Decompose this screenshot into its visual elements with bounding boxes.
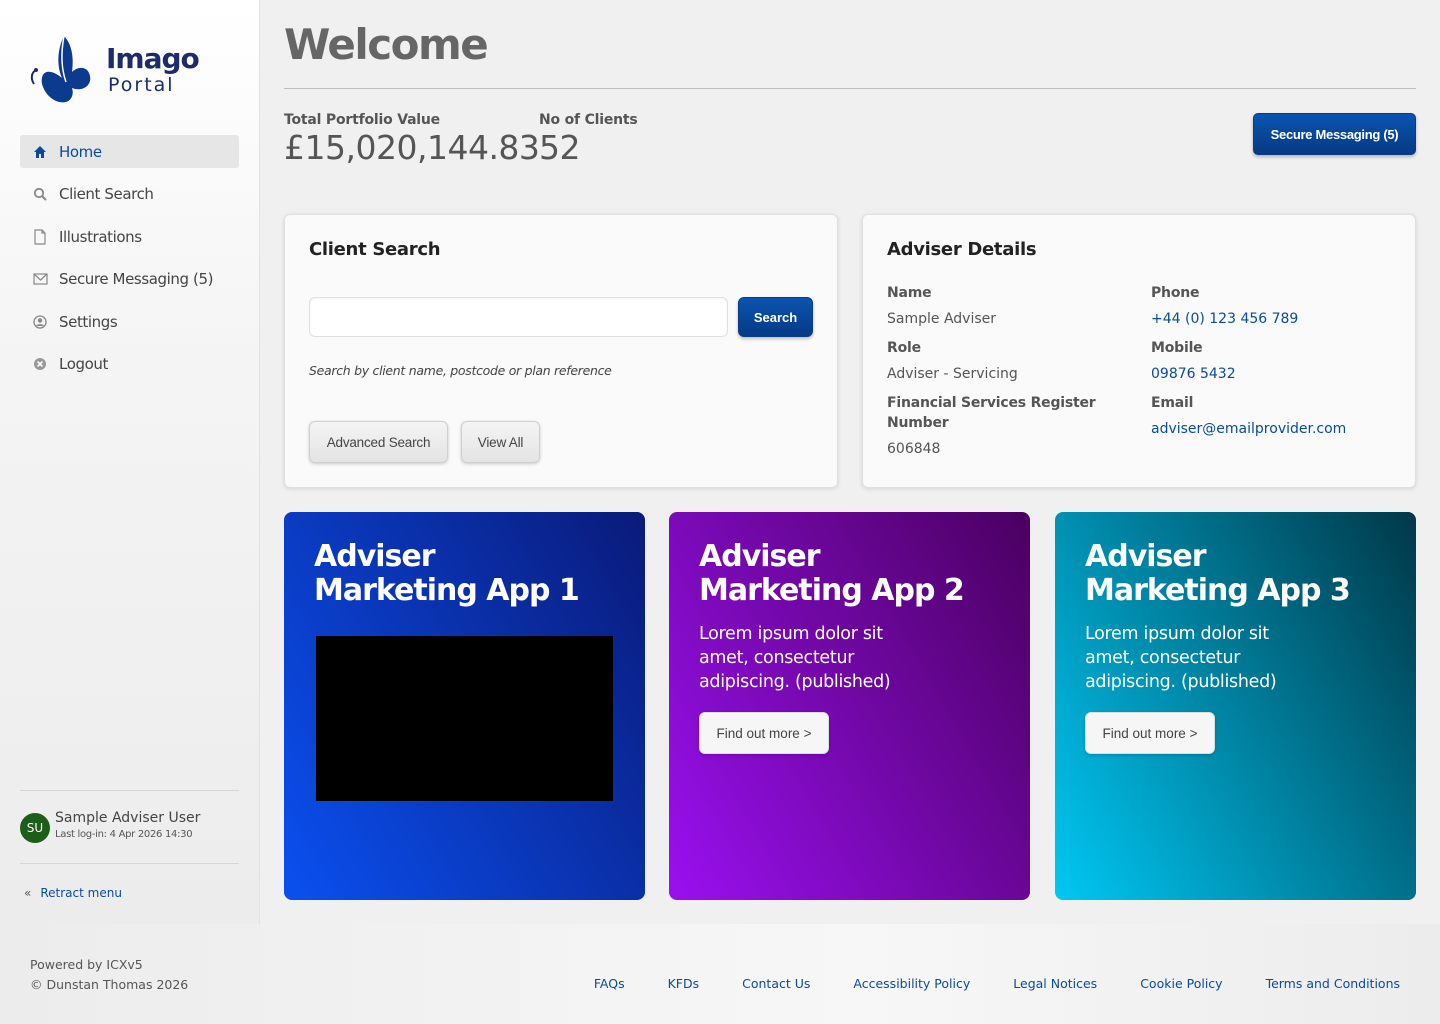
brand-subname: Portal xyxy=(108,74,175,96)
brand-logo[interactable]: Imago Portal xyxy=(28,28,200,108)
clients-label: No of Clients xyxy=(539,112,638,128)
adviser-name-field: Name Sample Adviser xyxy=(887,283,1117,329)
retract-menu-link[interactable]: « Retract menu xyxy=(24,886,122,900)
field-label: Name xyxy=(887,285,932,301)
sidebar-item-label: Client Search xyxy=(59,185,154,203)
field-value: 606848 xyxy=(887,441,941,457)
retract-menu-label: Retract menu xyxy=(40,886,122,900)
footer-link-accessibility[interactable]: Accessibility Policy xyxy=(853,976,970,991)
user-circle-icon xyxy=(32,314,48,330)
marketing-tile-3: Adviser Marketing App 3 Lorem ipsum dolo… xyxy=(1055,512,1416,900)
butterfly-icon xyxy=(30,35,91,103)
sidebar-item-label: Illustrations xyxy=(59,227,142,246)
sidebar-item-label: Home xyxy=(59,142,102,161)
portfolio-stat: Total Portfolio Value £15,020,144.83 xyxy=(284,112,540,167)
tile-title: Adviser Marketing App 1 xyxy=(314,539,580,608)
footer-links: FAQs KFDs Contact Us Accessibility Polic… xyxy=(551,976,1400,991)
adviser-fsr-field: Financial Services Register Number 60684… xyxy=(887,393,1117,459)
marketing-tile-1: Adviser Marketing App 1 xyxy=(284,512,645,900)
phone-link[interactable]: +44 (0) 123 456 789 xyxy=(1151,309,1391,329)
find-out-more-button[interactable]: Find out more > xyxy=(1085,712,1215,754)
search-icon xyxy=(32,186,48,202)
tile-title-line1: Adviser xyxy=(314,539,436,574)
adviser-role-field: Role Adviser - Servicing xyxy=(887,338,1117,384)
email-link[interactable]: adviser@emailprovider.com xyxy=(1151,419,1391,439)
title-divider xyxy=(284,88,1416,89)
adviser-mobile-field: Mobile 09876 5432 xyxy=(1151,338,1391,384)
clients-value: 52 xyxy=(539,128,580,167)
search-button[interactable]: Search xyxy=(738,297,813,337)
view-all-button[interactable]: View All xyxy=(461,421,540,463)
advanced-search-button[interactable]: Advanced Search xyxy=(309,421,448,463)
video-player[interactable] xyxy=(316,636,613,801)
tile-title-line2: Marketing App 1 xyxy=(314,573,580,608)
tile-title-line1: Adviser xyxy=(1085,539,1207,574)
sidebar-item-secure-messaging[interactable]: Secure Messaging (5) xyxy=(20,263,239,296)
last-login: Last log-in: 4 Apr 2026 14:30 xyxy=(55,829,193,840)
tile-title-line1: Adviser xyxy=(699,539,821,574)
portfolio-label: Total Portfolio Value xyxy=(284,112,440,128)
sidebar-item-settings[interactable]: Settings xyxy=(20,305,239,338)
brand-name: Imago xyxy=(106,42,200,75)
close-circle-icon xyxy=(32,356,48,372)
field-label: Financial Services Register Number xyxy=(887,395,1096,431)
double-chevron-left-icon: « xyxy=(24,886,32,900)
adviser-details-card: Adviser Details Name Sample Adviser Role… xyxy=(862,214,1416,488)
user-profile: SU Sample Adviser User Last log-in: 4 Ap… xyxy=(20,790,239,864)
page-title: Welcome xyxy=(284,20,489,69)
field-label: Role xyxy=(887,340,921,356)
user-name: Sample Adviser User xyxy=(55,810,201,826)
adviser-phone-field: Phone +44 (0) 123 456 789 xyxy=(1151,283,1391,329)
footer-credits: Powered by ICXv5 © Dunstan Thomas 2026 xyxy=(30,955,188,995)
tile-title-line2: Marketing App 3 xyxy=(1085,573,1351,608)
tile-title-line2: Marketing App 2 xyxy=(699,573,965,608)
field-label: Phone xyxy=(1151,285,1200,301)
card-title: Adviser Details xyxy=(887,239,1037,260)
field-value: Sample Adviser xyxy=(887,311,996,327)
card-title: Client Search xyxy=(309,239,441,260)
sidebar: Imago Portal Home Client Search Illustra… xyxy=(0,0,260,924)
sidebar-nav: Home Client Search Illustrations Secure … xyxy=(20,135,239,390)
document-icon xyxy=(32,228,48,245)
tile-title: Adviser Marketing App 2 xyxy=(699,539,965,608)
envelope-icon xyxy=(32,271,48,287)
portfolio-value: £15,020,144.83 xyxy=(284,128,540,167)
field-label: Email xyxy=(1151,395,1194,411)
footer-link-legal[interactable]: Legal Notices xyxy=(1013,976,1097,991)
tile-title: Adviser Marketing App 3 xyxy=(1085,539,1351,608)
footer-link-kfds[interactable]: KFDs xyxy=(668,976,700,991)
footer-link-faqs[interactable]: FAQs xyxy=(594,976,625,991)
sidebar-item-label: Secure Messaging (5) xyxy=(59,270,214,288)
secure-messaging-button[interactable]: Secure Messaging (5) xyxy=(1253,113,1416,155)
footer-link-terms[interactable]: Terms and Conditions xyxy=(1266,976,1400,991)
footer: Powered by ICXv5 © Dunstan Thomas 2026 F… xyxy=(0,924,1440,1024)
sidebar-item-client-search[interactable]: Client Search xyxy=(20,178,239,211)
search-hint: Search by client name, postcode or plan … xyxy=(309,363,612,378)
sidebar-item-label: Settings xyxy=(59,312,118,331)
field-label: Mobile xyxy=(1151,340,1203,356)
mobile-link[interactable]: 09876 5432 xyxy=(1151,364,1391,384)
home-icon xyxy=(32,144,48,160)
footer-link-contact[interactable]: Contact Us xyxy=(742,976,810,991)
field-value: Adviser - Servicing xyxy=(887,366,1018,382)
copyright: © Dunstan Thomas 2026 xyxy=(30,977,189,992)
find-out-more-button[interactable]: Find out more > xyxy=(699,712,829,754)
tile-description: Lorem ipsum dolor sit amet, consectetur … xyxy=(699,624,891,692)
powered-by: Powered by ICXv5 xyxy=(30,957,143,972)
adviser-email-field: Email adviser@emailprovider.com xyxy=(1151,393,1391,439)
sidebar-item-illustrations[interactable]: Illustrations xyxy=(20,220,239,253)
sidebar-item-logout[interactable]: Logout xyxy=(20,348,239,381)
client-search-card: Client Search Search Search by client na… xyxy=(284,214,838,488)
clients-stat: No of Clients 52 xyxy=(539,112,638,167)
tile-description: Lorem ipsum dolor sit amet, consectetur … xyxy=(1085,624,1277,692)
avatar[interactable]: SU xyxy=(20,813,50,843)
sidebar-item-home[interactable]: Home xyxy=(20,135,239,168)
sidebar-item-label: Logout xyxy=(59,355,108,373)
marketing-tile-2: Adviser Marketing App 2 Lorem ipsum dolo… xyxy=(669,512,1030,900)
footer-link-cookie[interactable]: Cookie Policy xyxy=(1140,976,1222,991)
client-search-input[interactable] xyxy=(309,297,728,337)
